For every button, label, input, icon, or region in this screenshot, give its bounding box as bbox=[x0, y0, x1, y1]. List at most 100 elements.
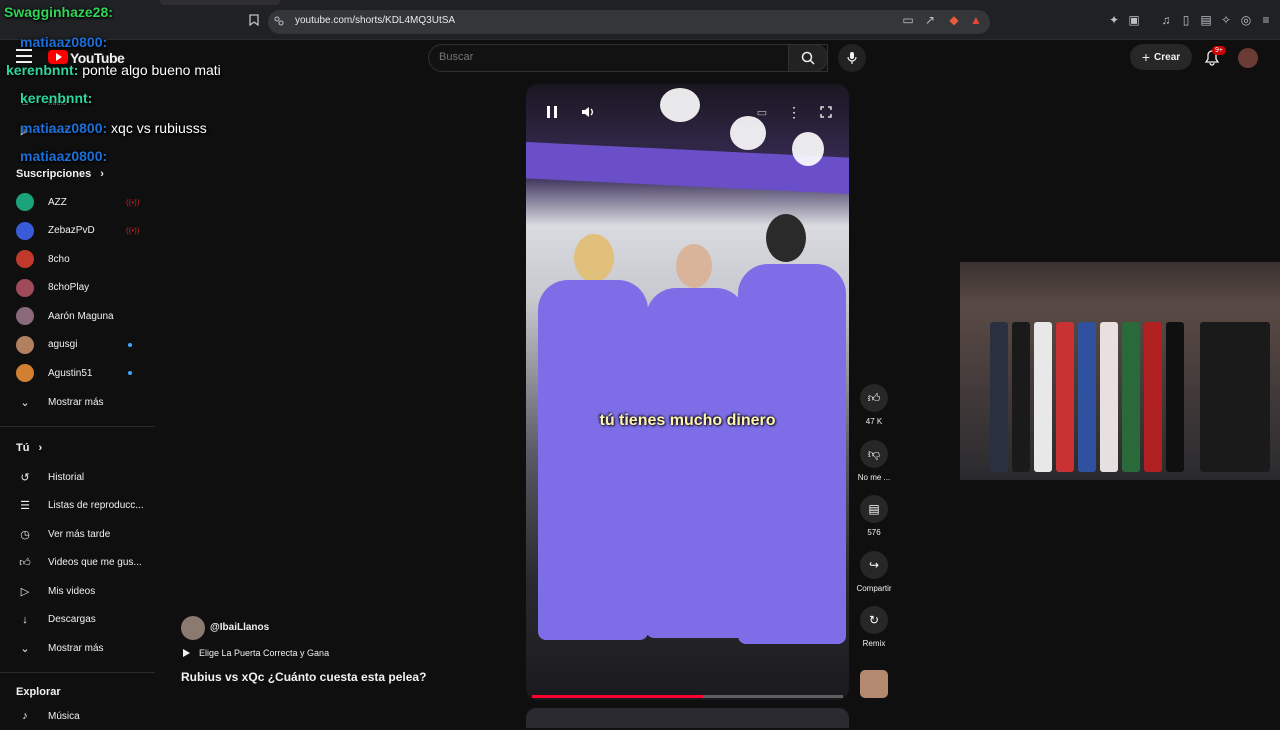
channel-name[interactable]: @IbaiLlanos bbox=[210, 622, 269, 633]
search-box[interactable] bbox=[428, 44, 828, 72]
rewards-icon[interactable]: ▲ bbox=[968, 12, 984, 28]
live-indicator-icon: ((•)) bbox=[126, 226, 140, 235]
search-input[interactable] bbox=[439, 51, 769, 63]
media-icon[interactable]: ♫ bbox=[1158, 12, 1174, 28]
vpn-icon[interactable]: ◎ bbox=[1238, 12, 1254, 28]
live-indicator-icon: ((•)) bbox=[126, 197, 140, 207]
person-middle bbox=[646, 288, 746, 638]
more-options-button[interactable]: ⋮ bbox=[784, 102, 804, 122]
voice-search-button[interactable] bbox=[838, 44, 866, 72]
bookmark-icon[interactable] bbox=[246, 12, 262, 28]
clothing bbox=[1166, 322, 1184, 472]
subscriptions-heading-label: Suscripciones bbox=[16, 168, 92, 180]
sidebar-item-my-videos[interactable]: ▷ Mis videos bbox=[0, 577, 155, 605]
video-progress-bar[interactable] bbox=[532, 695, 843, 698]
sidebar-toggle-icon[interactable]: ▯ bbox=[1178, 12, 1194, 28]
youtube-logo-icon[interactable] bbox=[48, 50, 68, 64]
you-show-more[interactable]: ⌄ Mostrar más bbox=[0, 634, 155, 662]
channel-avatar-thumbnail[interactable] bbox=[860, 670, 888, 698]
sidebar-item-label: Videos que me gus... bbox=[48, 557, 142, 568]
channel-avatar[interactable] bbox=[181, 616, 205, 640]
sidebar-item-label: Ver más tarde bbox=[48, 528, 111, 540]
sidebar-item-label: AZZ bbox=[48, 196, 67, 208]
browser-menu-icon[interactable]: ≡ bbox=[1258, 12, 1274, 28]
channel-avatar bbox=[16, 307, 34, 325]
fullscreen-button[interactable] bbox=[816, 102, 836, 122]
url-text[interactable]: youtube.com/shorts/KDL4MQ3UtSA bbox=[295, 15, 455, 26]
clothing bbox=[1122, 322, 1140, 472]
leo-ai-icon[interactable]: ✧ bbox=[1218, 12, 1234, 28]
sidebar-item-subscription[interactable]: agusgi bbox=[0, 331, 155, 359]
sidebar-item-download[interactable]: ↓ Descargas bbox=[0, 606, 155, 634]
captions-button[interactable]: ▭ bbox=[752, 102, 772, 122]
sidebar-divider bbox=[0, 672, 155, 673]
pause-icon bbox=[547, 106, 557, 118]
download-icon: ↓ bbox=[22, 613, 28, 626]
subscriptions-show-more[interactable]: ⌄ Mostrar más bbox=[0, 388, 155, 416]
screenshot-icon[interactable]: ▣ bbox=[1126, 12, 1142, 28]
next-short-preview[interactable] bbox=[526, 708, 849, 728]
thumb-up-icon: 👍︎ bbox=[19, 557, 31, 569]
sidebar-item-music[interactable]: ♪ Música bbox=[0, 702, 155, 730]
subscriptions-heading[interactable]: Suscripciones › bbox=[16, 168, 104, 180]
music-icon: ♪ bbox=[22, 710, 28, 722]
sidebar-item-clock[interactable]: ◷ Ver más tarde bbox=[0, 520, 155, 548]
sidebar-item-subscription[interactable]: ZebazPvD ((•)) bbox=[0, 217, 155, 245]
clock-icon: ◷ bbox=[20, 528, 30, 541]
chevron-right-icon: › bbox=[38, 442, 43, 454]
youtube-logo-text[interactable]: YouTube bbox=[70, 50, 125, 66]
sidebar-item-label: Historial bbox=[48, 471, 85, 483]
new-content-dot bbox=[128, 371, 132, 375]
sidebar-item-subscription[interactable]: Aarón Maguna bbox=[0, 302, 155, 330]
account-avatar[interactable] bbox=[1238, 48, 1258, 68]
like-action[interactable]: 👍︎ 47 K bbox=[852, 384, 896, 426]
brave-shield-icon[interactable]: ◆ bbox=[946, 12, 962, 28]
create-button[interactable]: + Crear bbox=[1130, 44, 1192, 70]
new-content-dot bbox=[128, 342, 132, 347]
sidebar-item-subscription[interactable]: Agustin51 bbox=[0, 359, 155, 387]
sidebar-item-subscription[interactable]: 8cho bbox=[0, 245, 155, 273]
sidebar-item-home[interactable]: ⌂ Inicio bbox=[0, 88, 155, 116]
volume-button[interactable] bbox=[578, 102, 598, 122]
sidebar-item-thumb-up[interactable]: 👍︎ Videos que me gus... bbox=[0, 549, 155, 577]
sidebar: ⌂ Inicio ▶ Shorts Suscripciones › AZZ ((•… bbox=[0, 76, 155, 722]
playlist-link[interactable]: Elige La Puerta Correcta y Gana bbox=[181, 648, 329, 658]
comments-action[interactable]: ▤ 576 bbox=[852, 495, 896, 537]
pause-button[interactable] bbox=[542, 102, 562, 122]
sidebar-item-subscription[interactable]: 8choPlay bbox=[0, 274, 155, 302]
dislike-action[interactable]: 👎︎ No me ... bbox=[852, 440, 896, 482]
share-action[interactable]: ↪ Compartir bbox=[852, 551, 896, 593]
thumb-up-icon[interactable]: 👍︎ bbox=[860, 384, 888, 412]
remix-icon[interactable]: ↻ bbox=[860, 606, 888, 634]
thumb-down-icon[interactable]: 👎︎ bbox=[860, 440, 888, 468]
short-video-player[interactable]: tú tienes mucho dinero ▭ ⋮ bbox=[526, 84, 849, 700]
menu-icon[interactable] bbox=[16, 49, 32, 63]
short-title[interactable]: Rubius vs xQc ¿Cuánto cuesta esta pelea? bbox=[181, 670, 426, 684]
site-info-icon[interactable] bbox=[273, 15, 285, 27]
microphone-icon bbox=[847, 52, 857, 64]
share-page-icon[interactable]: ↗ bbox=[922, 12, 938, 28]
search-button[interactable] bbox=[788, 44, 828, 72]
cast-icon[interactable]: ▭ bbox=[900, 12, 916, 28]
remix-action[interactable]: ↻ Remix bbox=[852, 606, 896, 648]
dislike-label: No me ... bbox=[857, 473, 891, 482]
sidebar-item-history[interactable]: ↺ Historial bbox=[0, 463, 155, 491]
share-label: Compartir bbox=[856, 584, 892, 593]
sidebar-item-subscription[interactable]: AZZ ((•)) bbox=[0, 188, 155, 216]
chevron-down-icon: ⌄ bbox=[20, 396, 30, 409]
extensions-icon[interactable]: ✦ bbox=[1106, 12, 1122, 28]
share-icon[interactable]: ↪ bbox=[860, 551, 888, 579]
sidebar-item-label: ZebazPvD bbox=[48, 225, 95, 236]
sidebar-item-shorts[interactable]: ▶ Shorts bbox=[0, 116, 155, 144]
clothing bbox=[1144, 322, 1162, 472]
chevron-down-icon: ⌄ bbox=[20, 642, 30, 655]
wallet-icon[interactable]: ▤ bbox=[1198, 12, 1214, 28]
browser-tab[interactable] bbox=[160, 0, 280, 5]
sidebar-item-label: Mis videos bbox=[48, 585, 96, 597]
sidebar-item-label: Inicio bbox=[48, 97, 67, 107]
you-heading[interactable]: Tú › bbox=[16, 442, 42, 454]
remix-label: Remix bbox=[862, 639, 886, 648]
play-icon bbox=[183, 649, 190, 657]
comment-icon[interactable]: ▤ bbox=[860, 495, 888, 523]
sidebar-item-playlist[interactable]: ☰ Listas de reproducc... bbox=[0, 492, 155, 520]
